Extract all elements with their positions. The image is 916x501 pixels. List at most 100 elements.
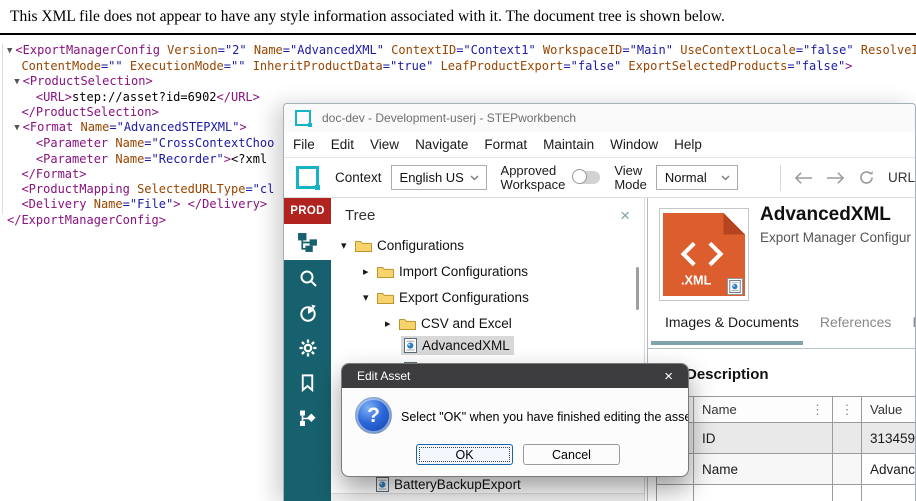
tab-re[interactable]: Re — [912, 314, 915, 330]
xml-line: ▼<ExportManagerConfig Version="2" Name="… — [7, 43, 916, 59]
row-selector-cell[interactable] — [657, 485, 694, 501]
tree-item-configurations[interactable]: ▾ Configurations — [341, 235, 468, 256]
collapse-arrow-icon[interactable]: ▾ — [363, 291, 374, 304]
menu-edit[interactable]: Edit — [323, 137, 362, 152]
tree-item-label: Configurations — [377, 238, 464, 253]
table-row[interactable] — [657, 485, 915, 501]
code-gutter-line — [2, 44, 3, 214]
context-select[interactable]: English US — [391, 165, 487, 190]
tree-item-csv-and-excel[interactable]: ▸CSV and Excel — [385, 313, 516, 334]
menu-file[interactable]: File — [285, 137, 323, 152]
view-mode-label: ViewMode — [614, 164, 647, 192]
collapse-arrow-icon[interactable]: ▾ — [341, 239, 352, 252]
attribute-value-cell[interactable]: Advanc — [862, 454, 915, 485]
approved-workspace-toggle[interactable] — [573, 171, 600, 184]
close-icon[interactable]: × — [664, 369, 673, 384]
context-label: Context — [335, 170, 382, 185]
menu-maintain[interactable]: Maintain — [535, 137, 602, 152]
approved-workspace-label: ApprovedWorkspace — [501, 164, 566, 192]
sidebar-item-workflow[interactable] — [284, 400, 331, 435]
ok-button[interactable]: OK — [416, 444, 513, 465]
name-header-cell[interactable]: Name ⋮ — [694, 397, 833, 423]
refresh-icon — [858, 169, 875, 186]
tree-item-batterybackupexport[interactable]: BatteryBackupExport — [373, 474, 525, 494]
sidebar-item-tree[interactable] — [284, 224, 331, 260]
row-menu-cell — [833, 485, 862, 501]
forward-arrow-icon — [826, 171, 845, 185]
context-select-value: English US — [400, 170, 464, 185]
tree-item-import-configurations[interactable]: ▸ Import Configurations — [363, 261, 532, 282]
window-title: doc-dev - Development-userj - STEPworkbe… — [322, 111, 576, 125]
asset-type-badge-icon — [727, 278, 743, 295]
tree-item-label: Import Configurations — [399, 264, 528, 279]
chevron-down-icon — [721, 175, 730, 181]
gear-icon — [298, 338, 318, 358]
folder-icon — [377, 291, 394, 304]
sidebar-item-search[interactable] — [284, 260, 331, 295]
tab-images-documents[interactable]: Images & Documents — [665, 314, 799, 330]
back-arrow-icon — [794, 171, 813, 185]
tree-vertical-scrollbar[interactable] — [636, 267, 639, 310]
sidebar-item-history[interactable] — [284, 295, 331, 330]
toolbar: Context English US ApprovedWorkspace Vie… — [284, 158, 915, 198]
forward-button[interactable] — [826, 171, 845, 185]
table-header-row: Name ⋮ ⋮ Value — [657, 397, 915, 423]
menu-window[interactable]: Window — [602, 137, 666, 152]
bookmark-icon — [298, 373, 317, 392]
column-menu-icon[interactable]: ⋮ — [811, 402, 824, 418]
url-label: URL — [888, 170, 915, 185]
folder-icon — [399, 317, 416, 330]
menu-help[interactable]: Help — [666, 137, 710, 152]
sidebar-item-bookmarks[interactable] — [284, 365, 331, 400]
xml-line: ContentMode="" ExecutionMode="" InheritP… — [7, 59, 916, 74]
tree-item-label: BatteryBackupExport — [394, 477, 521, 492]
attribute-name-cell: ID — [694, 423, 833, 454]
xml-line: ▼<ProductSelection> — [7, 74, 916, 90]
search-icon — [298, 268, 318, 288]
step-context-icon — [296, 166, 319, 189]
dialog-titlebar[interactable]: Edit Asset × — [342, 364, 688, 388]
refresh-button[interactable] — [858, 169, 875, 186]
attribute-value-cell[interactable] — [862, 485, 915, 501]
description-section-title: Description — [686, 366, 769, 383]
edit-asset-dialog: Edit Asset × ? Select "OK" when you have… — [341, 363, 689, 477]
menu-header-cell[interactable]: ⋮ — [833, 397, 862, 423]
column-menu-icon[interactable]: ⋮ — [841, 402, 854, 418]
active-tab-underline — [651, 341, 803, 345]
asset-icon — [376, 477, 389, 492]
cancel-button[interactable]: Cancel — [523, 444, 620, 465]
tab-references[interactable]: References — [820, 314, 892, 330]
row-menu-cell — [833, 423, 862, 454]
tabs-divider — [648, 348, 915, 349]
view-mode-select[interactable]: Normal — [656, 165, 738, 190]
history-icon — [298, 303, 318, 323]
tree-item-export-configurations[interactable]: ▾Export Configurations — [363, 287, 533, 308]
table-row-name[interactable]: NameAdvanc — [657, 454, 915, 485]
tree-item-advancedxml[interactable]: AdvancedXML — [401, 335, 514, 356]
value-header-cell[interactable]: Value — [862, 397, 915, 423]
menu-view[interactable]: View — [362, 137, 407, 152]
folder-icon — [377, 265, 394, 278]
asset-subtitle: Export Manager Configur — [760, 230, 911, 245]
row-menu-cell — [833, 454, 862, 485]
expand-arrow-icon[interactable]: ▸ — [363, 265, 374, 278]
description-table: Name ⋮ ⋮ Value ID 313459NameAdvanc — [656, 396, 915, 501]
chevron-down-icon — [470, 175, 479, 181]
sidebar-item-settings[interactable] — [284, 330, 331, 365]
svg-text:.XML: .XML — [681, 273, 712, 287]
menu-navigate[interactable]: Navigate — [407, 137, 476, 152]
asset-preview[interactable]: .XML — [659, 208, 749, 301]
close-icon[interactable]: × — [620, 207, 630, 224]
menu-format[interactable]: Format — [476, 137, 535, 152]
expand-arrow-icon[interactable]: ▸ — [385, 317, 396, 330]
tree-horizontal-scrollbar[interactable] — [331, 493, 644, 501]
window-titlebar[interactable]: doc-dev - Development-userj - STEPworkbe… — [284, 104, 915, 132]
back-button[interactable] — [794, 171, 813, 185]
question-icon: ? — [355, 397, 392, 434]
asset-icon — [404, 338, 417, 353]
attribute-value-cell[interactable]: 313459 — [862, 423, 915, 454]
tree-item-label: AdvancedXML — [422, 338, 510, 353]
dialog-title: Edit Asset — [357, 369, 410, 383]
table-row-id[interactable]: ID 313459 — [657, 423, 915, 454]
attribute-name-cell — [694, 485, 833, 501]
